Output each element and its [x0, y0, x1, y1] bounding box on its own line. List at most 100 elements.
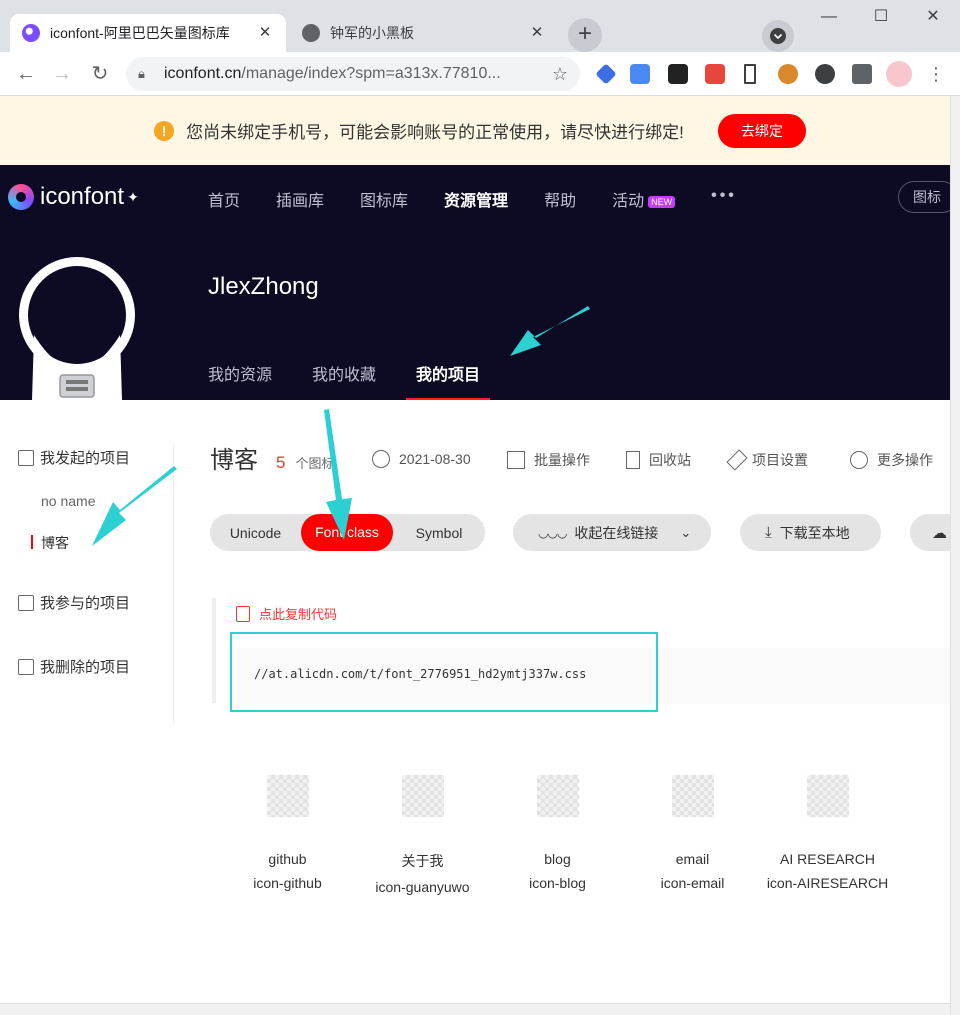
tab-my-resources[interactable]: 我的资源 — [208, 361, 272, 400]
main-nav: 首页 插画库 图标库 资源管理 帮助 活动 NEW ••• — [208, 187, 773, 211]
menu-kebab-icon[interactable]: ⋮ — [922, 60, 950, 88]
cloud-upload-icon: ☁ — [932, 524, 947, 542]
icon-class: icon-guanyuwo — [375, 879, 470, 895]
sidebar-project-blog[interactable]: 博客 — [31, 533, 69, 553]
icon-card-blog[interactable]: blog icon-blog — [490, 775, 625, 895]
lock-icon: 🔒︎ — [138, 66, 145, 81]
phone-binding-notice: ! 您尚未绑定手机号，可能会影响账号的正常使用，请尽快进行绑定! 去绑定 — [0, 96, 960, 165]
edit-list-icon — [18, 449, 34, 466]
tab-my-projects[interactable]: 我的项目 — [406, 361, 491, 400]
tab-blackboard[interactable]: 钟军的小黑板 ✕ — [290, 14, 558, 52]
nav-icons[interactable]: 图标库 — [360, 187, 408, 211]
sparkle-icon: ✦ — [127, 188, 139, 205]
sidebar-project-noname[interactable]: no name — [41, 493, 95, 509]
about-me-icon — [401, 775, 444, 817]
icon-name: blog — [544, 851, 571, 867]
globe-favicon-icon — [302, 24, 320, 42]
nav-resources[interactable]: 资源管理 — [444, 187, 508, 211]
icon-class: icon-blog — [529, 875, 586, 891]
icon-card-github[interactable]: github icon-github — [220, 775, 355, 895]
username: JlexZhong — [208, 273, 319, 300]
mode-font-class[interactable]: Font class — [301, 514, 393, 551]
url-text: iconfont.cn/manage/index?spm=a313x.77810… — [164, 65, 501, 82]
blog-icon — [536, 775, 579, 817]
project-sidebar — [0, 444, 174, 724]
translate-icon[interactable] — [630, 64, 650, 84]
nav-events[interactable]: 活动 NEW — [612, 187, 676, 211]
profile-subnav: 我的资源 我的收藏 我的项目 — [208, 361, 520, 400]
project-settings-button[interactable]: 项目设置 — [726, 449, 808, 471]
more-actions-button[interactable]: 更多操作 — [850, 450, 933, 470]
mode-unicode[interactable]: Unicode — [210, 525, 301, 541]
extension-cube-icon[interactable] — [595, 63, 617, 85]
nav-help[interactable]: 帮助 — [544, 187, 576, 211]
bookmark-star-icon[interactable]: ☆ — [552, 64, 568, 85]
nav-illustrations[interactable]: 插画库 — [276, 187, 324, 211]
trash-icon — [626, 451, 640, 469]
grid-icon — [507, 451, 525, 469]
eye-closed-icon: ◡◡◡ — [538, 525, 567, 540]
chevron-down-icon: ⌄ — [680, 524, 692, 540]
new-tab-button[interactable]: + — [568, 18, 602, 52]
icon-card-airesearch[interactable]: AI RESEARCH icon-AIRESEARCH — [760, 775, 895, 895]
reload-button[interactable]: ↻ — [86, 60, 114, 88]
tab-title: iconfont-阿里巴巴矢量图标库 — [50, 25, 230, 41]
project-date: 2021-08-30 — [372, 450, 471, 468]
icon-count-unit: 个图标 — [295, 456, 335, 471]
profile-avatar[interactable] — [886, 61, 912, 87]
tag-icon — [726, 449, 748, 471]
browser-toolbar: ← → ↻ 🔒︎ iconfont.cn/manage/index?spm=a3… — [0, 52, 960, 96]
maximize-button[interactable]: ☐ — [856, 0, 906, 34]
tampermonkey-icon[interactable] — [668, 64, 688, 84]
download-icon: ⤓ — [765, 524, 772, 541]
icon-name: github — [268, 851, 307, 867]
sidebar-group-created[interactable]: 我发起的项目 — [18, 447, 130, 468]
tab-iconfont[interactable]: iconfont-阿里巴巴矢量图标库 ✕ — [10, 14, 286, 52]
icon-card-about[interactable]: 关于我 icon-guanyuwo — [355, 775, 490, 895]
sidebar-group-deleted[interactable]: 我删除的项目 — [18, 656, 130, 677]
chevron-down-icon — [770, 28, 786, 44]
nav-home[interactable]: 首页 — [208, 187, 240, 211]
more-circle-icon — [850, 451, 868, 469]
note-extension-icon[interactable] — [705, 64, 725, 84]
tab-search-button[interactable] — [762, 20, 794, 52]
browser-window: iconfont-阿里巴巴矢量图标库 ✕ 钟军的小黑板 ✕ + — ☐ ✕ ← … — [0, 0, 960, 1015]
sidebar-group-joined[interactable]: 我参与的项目 — [18, 592, 130, 613]
copy-code-link[interactable]: 点此复制代码 — [236, 604, 337, 623]
iconfont-logo[interactable]: iconfont ✦ — [8, 183, 139, 211]
icon-class: icon-AIRESEARCH — [766, 875, 889, 891]
icon-card-email[interactable]: email icon-email — [625, 775, 760, 895]
close-icon[interactable]: ✕ — [528, 24, 546, 42]
new-badge: NEW — [648, 195, 676, 208]
icon-name: AI RESEARCH — [780, 851, 875, 867]
code-mode-switch: Unicode Font class Symbol — [210, 514, 485, 551]
recycle-bin-button[interactable]: 回收站 — [626, 450, 691, 470]
search-type-toggle[interactable]: 图标 — [898, 181, 958, 213]
search-list-icon — [18, 594, 34, 611]
back-button[interactable]: ← — [12, 60, 40, 88]
close-icon[interactable]: ✕ — [256, 24, 274, 42]
batch-action-button[interactable]: 批量操作 — [507, 450, 590, 470]
download-local-button[interactable]: ⤓ 下载至本地 — [740, 514, 881, 551]
forward-button[interactable]: → — [48, 60, 76, 88]
close-window-button[interactable]: ✕ — [908, 0, 958, 34]
mode-symbol[interactable]: Symbol — [393, 525, 485, 541]
bookmark-icon[interactable] — [744, 64, 756, 84]
tab-title: 钟军的小黑板 — [330, 25, 414, 41]
github-icon — [266, 775, 309, 817]
minimize-button[interactable]: — — [804, 0, 854, 34]
island-extension-icon[interactable] — [778, 64, 798, 84]
collapse-online-link-button[interactable]: ◡◡◡ 收起在线链接 ⌄ — [513, 514, 711, 551]
tab-my-favorites[interactable]: 我的收藏 — [312, 361, 376, 400]
vertical-scrollbar[interactable] — [950, 96, 960, 1015]
ai-research-icon — [806, 775, 849, 817]
iconfont-favicon-icon — [22, 24, 40, 42]
puzzle-extensions-icon[interactable] — [852, 64, 872, 84]
icon-name: email — [675, 851, 710, 867]
bind-phone-button[interactable]: 去绑定 — [717, 113, 806, 148]
more-dots-icon[interactable]: ••• — [711, 187, 737, 211]
dark-mode-extension-icon[interactable] — [815, 64, 835, 84]
horizontal-scrollbar[interactable] — [0, 1003, 950, 1015]
address-bar[interactable]: 🔒︎ iconfont.cn/manage/index?spm=a313x.77… — [126, 57, 580, 91]
notice-text: 您尚未绑定手机号，可能会影响账号的正常使用，请尽快进行绑定! — [186, 123, 684, 142]
